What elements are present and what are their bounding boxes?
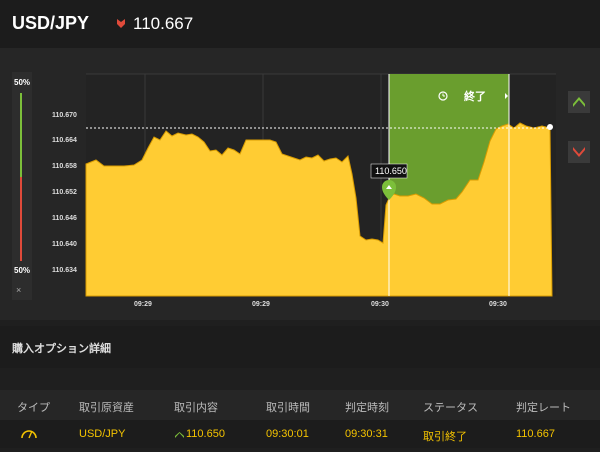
x-tick: 09:29 bbox=[134, 301, 152, 308]
details-section-bar: 購入オプション詳細 bbox=[0, 326, 600, 368]
chevron-up-icon bbox=[573, 97, 585, 107]
judge-time-cell: 09:30:31 bbox=[345, 428, 388, 440]
content-cell: 110.650 bbox=[186, 428, 225, 440]
details-title: 購入オプション詳細 bbox=[12, 343, 111, 355]
y-tick: 110.652 bbox=[52, 189, 77, 196]
entry-price-label: 110.650 bbox=[375, 166, 407, 176]
x-tick: 09:30 bbox=[371, 301, 389, 308]
x-axis: 09:29 09:29 09:30 09:30 bbox=[134, 301, 507, 308]
trade-time-cell: 09:30:01 bbox=[266, 428, 309, 440]
column-header: 取引内容 bbox=[174, 402, 218, 414]
gauge-type-icon bbox=[21, 430, 37, 439]
y-tick: 110.646 bbox=[52, 215, 77, 222]
table-row[interactable]: USD/JPY 110.650 09:30:01 09:30:31 取引終了 1… bbox=[0, 420, 600, 448]
y-tick: 110.634 bbox=[52, 267, 77, 274]
column-header: 取引時間 bbox=[266, 402, 310, 414]
current-price-dot bbox=[547, 124, 553, 130]
details-table-header: タイプ 取引原資産 取引内容 取引時間 判定時刻 ステータス 判定レート bbox=[0, 390, 600, 420]
price-chart: 110.670 110.664 110.658 110.652 110.646 … bbox=[52, 73, 556, 308]
y-axis: 110.670 110.664 110.658 110.652 110.646 … bbox=[52, 112, 77, 274]
column-header: タイプ bbox=[17, 402, 50, 414]
x-tick: 09:30 bbox=[489, 301, 507, 308]
rate-cell: 110.667 bbox=[516, 428, 555, 440]
column-header: 判定時刻 bbox=[345, 402, 389, 414]
y-tick: 110.664 bbox=[52, 137, 77, 144]
y-tick: 110.658 bbox=[52, 163, 77, 170]
chevron-down-icon bbox=[573, 147, 585, 157]
high-direction-icon bbox=[175, 432, 184, 438]
low-button[interactable] bbox=[568, 141, 590, 163]
status-cell: 取引終了 bbox=[423, 431, 467, 443]
y-tick: 110.640 bbox=[52, 241, 77, 248]
column-header: 取引原資産 bbox=[79, 402, 134, 414]
asset-cell: USD/JPY bbox=[79, 428, 126, 440]
high-button[interactable] bbox=[568, 91, 590, 113]
y-tick: 110.670 bbox=[52, 112, 77, 119]
column-header: 判定レート bbox=[516, 402, 571, 414]
x-tick: 09:29 bbox=[252, 301, 270, 308]
end-label: 終了 bbox=[464, 89, 486, 103]
column-header: ステータス bbox=[423, 402, 478, 414]
